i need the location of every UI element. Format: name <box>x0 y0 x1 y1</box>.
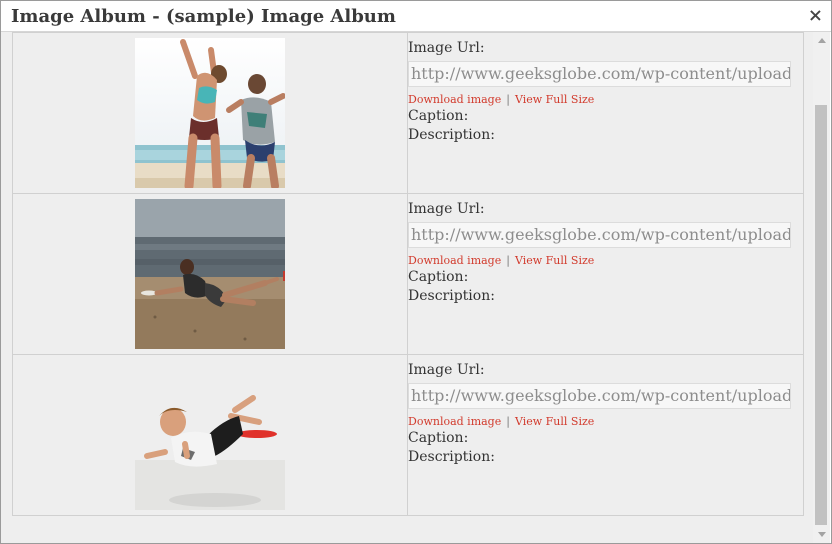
image-url-label: Image Url: <box>408 40 485 56</box>
image-album-dialog: Image Album - (sample) Image Album × Ima… <box>0 0 832 544</box>
image-url-label: Image Url: <box>408 362 485 378</box>
album-table: Image Url: http://www.geeksglobe.com/wp-… <box>12 32 804 516</box>
view-full-size-link[interactable]: View Full Size <box>515 415 594 428</box>
caption-label: Caption: <box>408 108 469 124</box>
download-image-link[interactable]: Download image <box>408 93 501 106</box>
link-separator: | <box>506 93 510 106</box>
info-cell: Image Url: http://www.geeksglobe.com/wp-… <box>407 354 804 516</box>
description-label: Description: <box>408 127 495 143</box>
image-url-field[interactable]: http://www.geeksglobe.com/wp-content/upl… <box>408 222 791 248</box>
link-separator: | <box>506 415 510 428</box>
album-content[interactable]: Image Url: http://www.geeksglobe.com/wp-… <box>1 32 813 543</box>
image-cell <box>12 354 408 516</box>
download-image-link[interactable]: Download image <box>408 254 501 267</box>
image-links: Download image | View Full Size <box>408 415 803 429</box>
woman-diving-frisbee-photo[interactable] <box>135 199 285 349</box>
info-cell: Image Url: http://www.geeksglobe.com/wp-… <box>407 193 804 355</box>
info-cell: Image Url: http://www.geeksglobe.com/wp-… <box>407 32 804 194</box>
close-icon[interactable]: × <box>808 6 823 26</box>
scroll-up-arrow-icon[interactable] <box>813 32 830 49</box>
dialog-titlebar: Image Album - (sample) Image Album × <box>1 1 831 32</box>
boy-diving-frisbee-photo[interactable] <box>135 360 285 510</box>
image-url-field[interactable]: http://www.geeksglobe.com/wp-content/upl… <box>408 61 791 87</box>
caption-label: Caption: <box>408 430 469 446</box>
album-row: Image Url: http://www.geeksglobe.com/wp-… <box>12 354 804 516</box>
image-url-field[interactable]: http://www.geeksglobe.com/wp-content/upl… <box>408 383 791 409</box>
dialog-title: Image Album - (sample) Image Album <box>11 6 396 27</box>
album-row: Image Url: http://www.geeksglobe.com/wp-… <box>12 32 804 194</box>
description-label: Description: <box>408 288 495 304</box>
album-row: Image Url: http://www.geeksglobe.com/wp-… <box>12 193 804 355</box>
image-cell <box>12 193 408 355</box>
view-full-size-link[interactable]: View Full Size <box>515 93 594 106</box>
image-links: Download image | View Full Size <box>408 93 803 107</box>
image-cell <box>12 32 408 194</box>
view-full-size-link[interactable]: View Full Size <box>515 254 594 267</box>
link-separator: | <box>506 254 510 267</box>
description-label: Description: <box>408 449 495 465</box>
image-links: Download image | View Full Size <box>408 254 803 268</box>
beach-volleyball-photo[interactable] <box>135 38 285 188</box>
caption-label: Caption: <box>408 269 469 285</box>
vertical-scrollbar[interactable] <box>813 32 830 543</box>
image-url-label: Image Url: <box>408 201 485 217</box>
download-image-link[interactable]: Download image <box>408 415 501 428</box>
scrollbar-thumb[interactable] <box>815 105 827 525</box>
scroll-down-arrow-icon[interactable] <box>813 526 830 543</box>
